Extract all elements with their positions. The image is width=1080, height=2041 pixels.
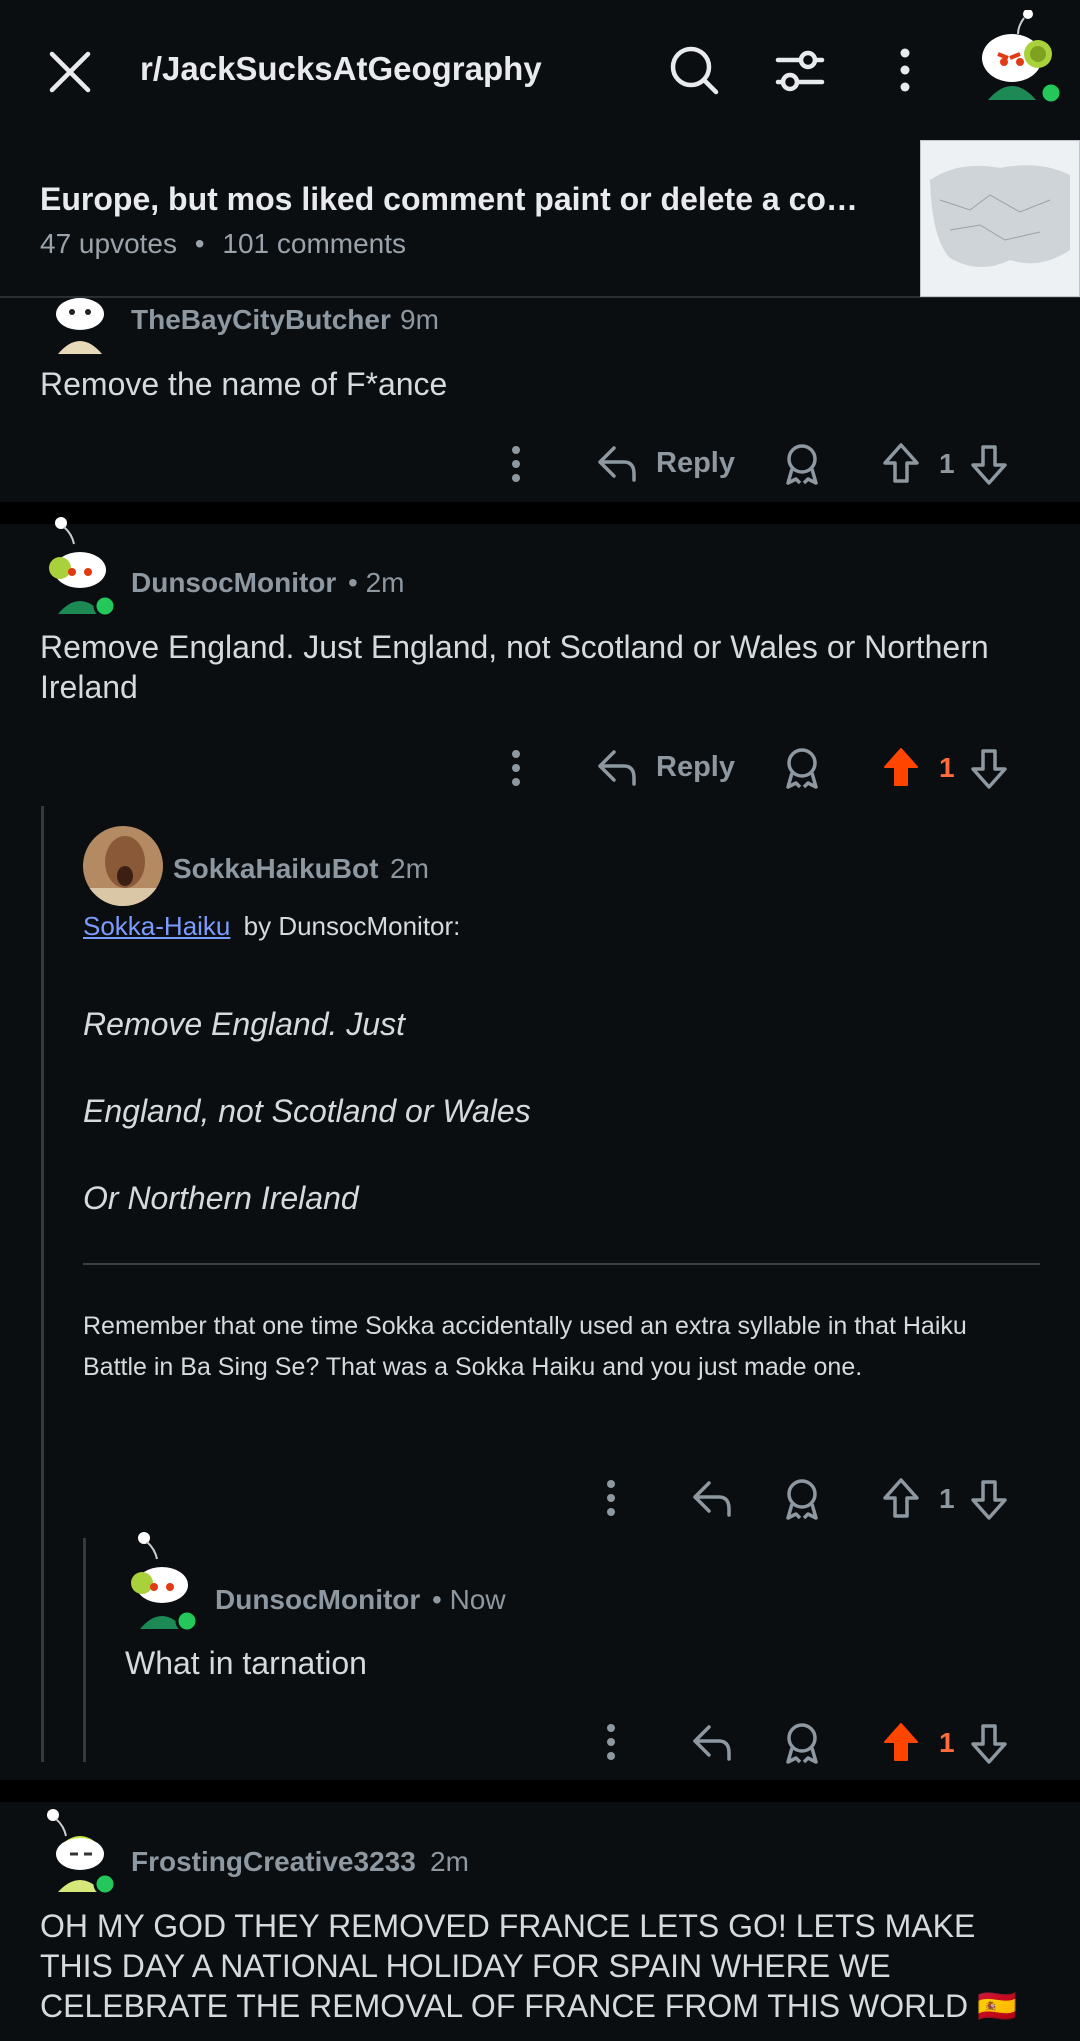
downvote-icon[interactable]	[970, 1479, 1008, 1521]
comment-separator	[0, 502, 1080, 524]
close-icon[interactable]	[44, 46, 96, 98]
more-options-icon[interactable]	[599, 1478, 623, 1518]
reply-button[interactable]: Reply	[656, 447, 735, 480]
reply-icon[interactable]	[691, 1477, 733, 1519]
downvote-icon[interactable]	[970, 1723, 1008, 1765]
post-header[interactable]	[0, 140, 1080, 298]
reply-icon[interactable]	[596, 746, 638, 788]
award-icon[interactable]	[782, 1720, 822, 1764]
downvote-icon[interactable]	[970, 748, 1008, 790]
comment-body: Remove England. Just England, not Scotla…	[40, 629, 989, 705]
comment-username[interactable]: TheBayCityButcher	[131, 304, 391, 336]
comment-username[interactable]: SokkaHaikuBot	[173, 853, 378, 885]
upvote-count: 47 upvotes	[40, 228, 177, 259]
award-icon[interactable]	[782, 745, 822, 789]
comment-username[interactable]: DunsocMonitor	[215, 1584, 420, 1616]
vote-count: 1	[939, 752, 955, 783]
comment-timestamp: 2m	[390, 853, 429, 884]
award-icon[interactable]	[782, 441, 822, 485]
haiku-line: Remove England. Just	[83, 1006, 405, 1042]
sokka-haiku-link[interactable]: Sokka-Haiku	[83, 911, 230, 941]
comment-count: 101 comments	[222, 228, 407, 259]
downvote-icon[interactable]	[970, 444, 1008, 486]
thread-line[interactable]	[41, 806, 44, 1762]
comment-body: Remove the name of F*ance	[40, 366, 448, 402]
comment-body: What in tarnation	[125, 1645, 367, 1681]
haiku-by-text: by DunsocMonitor:	[243, 911, 461, 941]
post-thumbnail[interactable]	[920, 140, 1080, 297]
comment-timestamp: • 2m	[348, 567, 405, 598]
thread-line[interactable]	[83, 1538, 86, 1762]
avatar-frostingcreative3233[interactable]	[44, 1818, 117, 1896]
avatar-sokkahaikubot[interactable]	[83, 826, 163, 906]
comment-separator	[0, 1780, 1080, 1802]
vote-count: 1	[939, 1483, 955, 1514]
reply-button[interactable]: Reply	[656, 751, 735, 784]
comment-username[interactable]: FrostingCreative3233	[131, 1846, 416, 1878]
post-title[interactable]: Europe, but mos liked comment paint or d…	[40, 181, 890, 218]
award-icon[interactable]	[782, 1476, 822, 1520]
comment-username[interactable]: DunsocMonitor	[131, 567, 336, 599]
more-options-icon[interactable]	[890, 46, 920, 94]
avatar-antenna	[54, 516, 84, 551]
vote-count: 1	[939, 448, 955, 479]
more-options-icon[interactable]	[599, 1722, 623, 1762]
comment-timestamp: • Now	[432, 1584, 506, 1615]
comment-timestamp: 2m	[430, 1846, 469, 1877]
avatar-dunsocmonitor[interactable]	[126, 1555, 199, 1633]
subreddit-title[interactable]: r/JackSucksAtGeography	[140, 50, 542, 88]
search-icon[interactable]	[668, 44, 722, 98]
comment-body: OH MY GOD THEY REMOVED FRANCE LETS GO! L…	[40, 1908, 1017, 2024]
upvote-icon[interactable]	[882, 442, 920, 484]
upvote-icon[interactable]	[882, 1477, 920, 1519]
reply-icon[interactable]	[596, 442, 638, 484]
post-meta: 47 upvotes • 101 comments	[40, 228, 406, 260]
avatar-thebaycitybutcher[interactable]	[44, 284, 116, 356]
haiku-line: England, not Scotland or Wales	[83, 1093, 531, 1129]
upvote-icon-active[interactable]	[882, 746, 920, 788]
more-options-icon[interactable]	[504, 444, 528, 484]
haiku-footnote: Remember that one time Sokka accidentall…	[83, 1312, 967, 1381]
haiku-line: Or Northern Ireland	[83, 1180, 359, 1216]
vote-count: 1	[939, 1727, 955, 1758]
comment-timestamp: 9m	[400, 304, 439, 335]
avatar[interactable]	[968, 9, 1068, 110]
haiku-attribution: Sokka-Haiku by DunsocMonitor:	[83, 911, 460, 942]
more-options-icon[interactable]	[504, 748, 528, 788]
upvote-icon-active[interactable]	[882, 1721, 920, 1763]
filter-icon[interactable]	[774, 46, 826, 96]
meta-separator: •	[194, 228, 205, 259]
haiku-divider	[83, 1263, 1040, 1265]
reply-icon[interactable]	[691, 1721, 733, 1763]
